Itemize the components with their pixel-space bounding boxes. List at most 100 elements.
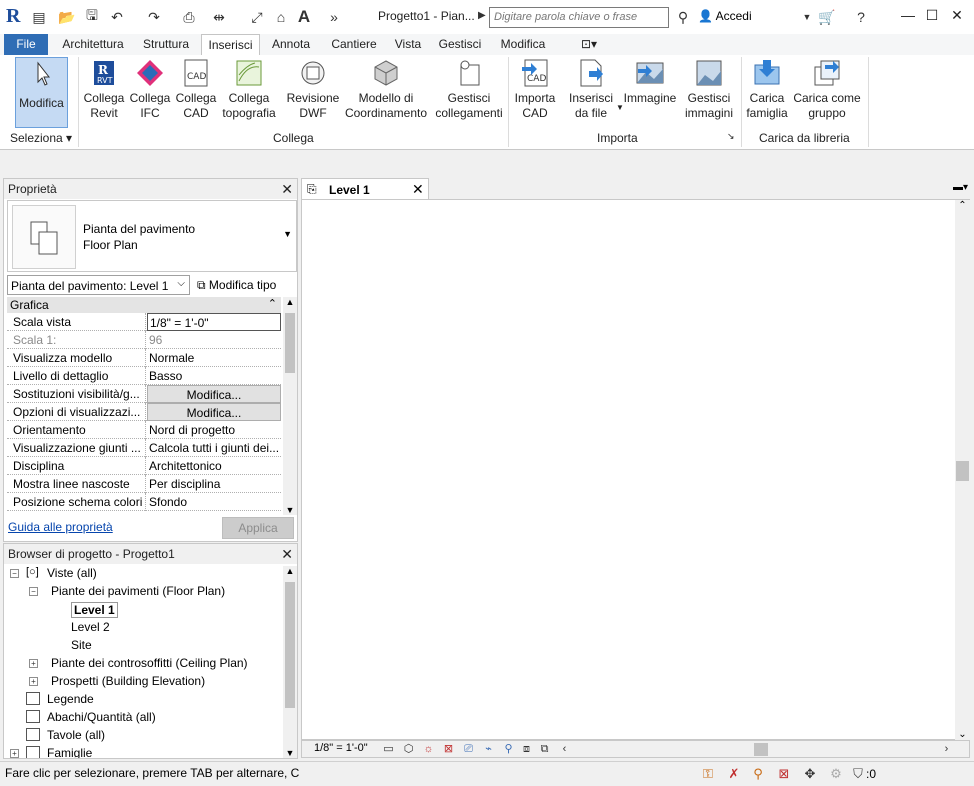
tree-item-ceiling-plans[interactable]: Piante dei controsoffitti (Ceiling Plan) (51, 656, 248, 670)
scroll-down-icon[interactable]: ⌄ (955, 729, 970, 740)
edit-visibility-button[interactable]: Modifica... (147, 385, 281, 403)
tab-gestisci[interactable]: Gestisci (433, 34, 487, 55)
background-process-icon[interactable]: ⚙ (828, 766, 844, 782)
chevron-down-icon[interactable]: ⌵ (177, 278, 185, 289)
scroll-thumb[interactable] (956, 461, 969, 481)
tree-item-level-2[interactable]: Level 2 (71, 620, 110, 634)
scroll-down-icon[interactable]: ▼ (283, 505, 297, 515)
image-button[interactable]: Immagine (622, 57, 678, 106)
scroll-thumb[interactable] (285, 582, 295, 708)
open-icon[interactable]: 📂 (58, 8, 76, 26)
filter-icon[interactable]: ⛉ (850, 766, 866, 782)
sun-path-icon[interactable]: ☼ (422, 743, 435, 755)
horizontal-scroll-thumb[interactable] (754, 743, 768, 756)
minimize-icon[interactable]: — (898, 7, 918, 27)
tree-item-level-1[interactable]: Level 1 (71, 602, 118, 618)
tab-struttura[interactable]: Struttura (136, 34, 196, 55)
home-icon[interactable]: ▤ (30, 8, 48, 26)
view-scrollbar[interactable]: ⌃ ⌄ (955, 200, 970, 740)
redo-icon[interactable]: ↷ (145, 8, 163, 26)
scroll-left-icon[interactable]: ‹ (558, 743, 571, 755)
select-group-label[interactable]: Seleziona ▾ (10, 131, 72, 145)
manage-images-button[interactable]: Gestisci immagini (680, 57, 738, 121)
shadows-icon[interactable]: ⊠ (442, 743, 455, 755)
link-revit-button[interactable]: RVT R Collega Revit (82, 57, 126, 121)
revit-logo-icon[interactable]: R (6, 5, 24, 27)
maximize-icon[interactable]: ☐ (922, 7, 942, 27)
more-tools-icon[interactable]: » (325, 8, 343, 26)
select-links-icon[interactable]: ⚿ (700, 766, 716, 782)
visual-style-icon[interactable]: ⬡ (402, 743, 415, 755)
scroll-up-icon[interactable]: ▲ (283, 566, 297, 576)
dimension-icon[interactable]: ⤢ (248, 8, 266, 26)
tab-annota[interactable]: Annota (265, 34, 317, 55)
ribbon-options-icon[interactable]: ⊡▾ (574, 34, 604, 55)
tab-architettura[interactable]: Architettura (54, 34, 132, 55)
close-icon[interactable]: ✕ (412, 181, 424, 198)
tree-item-site[interactable]: Site (71, 638, 92, 652)
section-header-graphics[interactable]: Grafica ⌃ (7, 297, 281, 313)
undo-icon[interactable]: ↶ (108, 8, 126, 26)
tab-vista[interactable]: Vista (390, 34, 426, 55)
link-topography-button[interactable]: Collega topografia (220, 57, 278, 121)
property-value[interactable]: Basso (147, 367, 281, 385)
tag-icon[interactable]: ⌂ (272, 8, 290, 26)
tree-item-families[interactable]: Famiglie (47, 746, 92, 758)
temporary-hide-icon[interactable]: ⚲ (502, 743, 515, 755)
expand-icon[interactable]: + (29, 659, 38, 668)
close-icon[interactable]: ✕ (281, 181, 293, 198)
analytical-model-icon[interactable]: ⧉ (538, 743, 551, 755)
properties-help-link[interactable]: Guida alle proprietà (8, 520, 113, 534)
edit-type-button[interactable]: ⧉ Modifica tipo (197, 274, 276, 296)
view-scale-input[interactable]: 1/8" = 1'-0" (147, 313, 281, 331)
scroll-right-icon[interactable]: › (940, 743, 953, 755)
select-underlay-icon[interactable]: ✗ (726, 766, 742, 782)
insert-from-file-button[interactable]: Inserisci da file (565, 57, 617, 121)
property-value[interactable]: Calcola tutti i giunti dei... (147, 439, 281, 457)
property-value[interactable]: Nord di progetto (147, 421, 281, 439)
scroll-up-icon[interactable]: ▲ (283, 297, 297, 307)
drag-elements-icon[interactable]: ✥ (802, 766, 818, 782)
select-pinned-icon[interactable]: ⚲ (750, 766, 766, 782)
import-dialog-launcher-icon[interactable]: ↘ (727, 131, 735, 142)
measure-icon[interactable]: ⇹ (210, 8, 228, 26)
property-value[interactable]: Normale (147, 349, 281, 367)
browser-scrollbar[interactable]: ▲ ▼ (283, 566, 297, 758)
expand-icon[interactable]: + (29, 677, 38, 686)
link-cad-button[interactable]: CAD Collega CAD (174, 57, 218, 121)
load-family-button[interactable]: Carica famiglia (744, 57, 790, 121)
view-scale-control[interactable]: 1/8" = 1'-0" (314, 742, 368, 754)
reveal-hidden-icon[interactable]: ⧈ (520, 743, 533, 755)
close-icon[interactable]: ✕ (281, 546, 293, 563)
crop-view-icon[interactable]: ⎚ (462, 743, 475, 755)
collapse-icon[interactable]: − (29, 587, 38, 596)
signin-dropdown-icon[interactable]: ▼ (798, 8, 816, 26)
tree-item-schedules[interactable]: Abachi/Quantità (all) (47, 710, 156, 724)
tab-file[interactable]: File (4, 34, 48, 55)
chevron-down-icon[interactable]: ▼ (283, 229, 292, 239)
property-value[interactable]: Per disciplina (147, 475, 281, 493)
apply-button[interactable]: Applica (222, 517, 294, 539)
close-window-icon[interactable]: ✕ (947, 7, 967, 27)
collapse-icon[interactable]: − (10, 569, 19, 578)
instance-selector[interactable]: Pianta del pavimento: Level 1 ⌵ (7, 275, 190, 295)
load-as-group-button[interactable]: Carica come gruppo (792, 57, 862, 121)
property-value[interactable]: Sfondo (147, 493, 281, 511)
dwf-markup-button[interactable]: Revisione DWF (284, 57, 342, 121)
tree-item-elevations[interactable]: Prospetti (Building Elevation) (51, 674, 205, 688)
modify-button[interactable]: Modifica (15, 57, 68, 128)
search-input[interactable]: Digitare parola chiave o frase (489, 7, 669, 28)
property-value[interactable]: Architettonico (147, 457, 281, 475)
tree-item-legends[interactable]: Legende (47, 692, 94, 706)
text-icon[interactable]: A (295, 7, 313, 26)
tab-inserisci[interactable]: Inserisci (201, 34, 260, 55)
scroll-up-icon[interactable]: ⌃ (955, 200, 970, 211)
scroll-thumb[interactable] (285, 313, 295, 373)
select-by-face-icon[interactable]: ⊠ (776, 766, 792, 782)
collapse-icon[interactable]: ⌃ (268, 297, 277, 310)
edit-display-options-button[interactable]: Modifica... (147, 403, 281, 421)
print-icon[interactable]: ⎙ (180, 8, 198, 26)
drawing-canvas[interactable] (301, 199, 970, 740)
scroll-down-icon[interactable]: ▼ (283, 748, 297, 758)
manage-links-button[interactable]: Gestisci collegamenti (433, 57, 505, 121)
